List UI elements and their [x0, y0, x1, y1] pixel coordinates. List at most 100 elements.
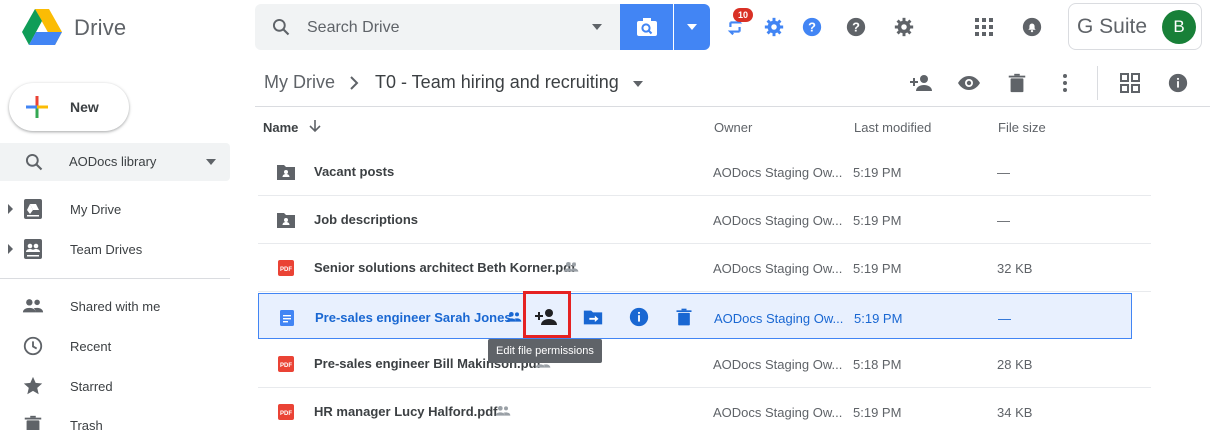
- delete-button[interactable]: [1004, 70, 1030, 96]
- file-modified: 5:19 PM: [853, 213, 902, 228]
- preview-button[interactable]: [956, 70, 982, 96]
- help-circle-icon: ?: [846, 17, 866, 37]
- search-dropdown-button[interactable]: [674, 4, 710, 50]
- bell-icon: [1022, 17, 1042, 37]
- table-row[interactable]: PDF Pre-sales engineer Bill Makinson.pdf…: [258, 340, 1151, 388]
- file-owner: AODocs Staging Ow...: [713, 261, 843, 276]
- help-button[interactable]: ?: [799, 14, 825, 40]
- share-button[interactable]: [908, 70, 934, 96]
- file-size: 34 KB: [997, 405, 1033, 420]
- table-row[interactable]: Job descriptions AODocs Staging Ow... 5:…: [258, 196, 1151, 244]
- account-switcher[interactable]: G Suite B: [1068, 3, 1202, 50]
- trash-icon: [676, 308, 692, 326]
- table-row[interactable]: PDF HR manager Lucy Halford.pdf AODocs S…: [258, 388, 1151, 430]
- arrow-down-icon[interactable]: [307, 118, 323, 134]
- camera-search-icon: [636, 18, 657, 36]
- table-row-selected[interactable]: Pre-sales engineer Sarah Jones AODocs St…: [258, 293, 1132, 339]
- gsuite-label: G Suite: [1077, 15, 1148, 38]
- help-icon: ?: [802, 17, 822, 37]
- expand-arrow-icon[interactable]: [8, 204, 13, 214]
- highlight-annotation-box: [523, 291, 571, 338]
- sidebar-item-label: Trash: [70, 418, 103, 430]
- search-icon: [25, 153, 43, 171]
- file-modified: 5:19 PM: [853, 165, 902, 180]
- column-header-owner[interactable]: Owner: [714, 120, 752, 135]
- column-header-modified[interactable]: Last modified: [854, 120, 931, 135]
- file-name: Vacant posts: [314, 164, 395, 179]
- library-selector[interactable]: AODocs library: [0, 143, 230, 181]
- file-name: Senior solutions architect Beth Korner.p…: [314, 260, 576, 275]
- file-size: 32 KB: [997, 261, 1033, 276]
- shared-people-icon: [495, 406, 511, 416]
- file-delete-button[interactable]: [672, 305, 696, 329]
- sidebar-item-label: My Drive: [70, 202, 122, 217]
- file-size: —: [998, 311, 1011, 326]
- sidebar-item-label: Starred: [70, 379, 113, 394]
- sidebar-item-recent[interactable]: Recent: [0, 327, 230, 365]
- file-owner: AODocs Staging Ow...: [713, 405, 843, 420]
- file-size: 28 KB: [997, 357, 1033, 372]
- gear-icon: [764, 17, 784, 37]
- google-doc-icon: [280, 310, 294, 326]
- sidebar-item-shared-with-me[interactable]: Shared with me: [0, 287, 230, 325]
- app-brand: Drive: [74, 15, 127, 40]
- sidebar-item-starred[interactable]: Starred: [0, 367, 230, 405]
- folder-menu-chevron-icon[interactable]: [633, 81, 643, 87]
- sidebar-item-my-drive[interactable]: My Drive: [0, 190, 230, 228]
- image-search-button[interactable]: [620, 4, 673, 50]
- clock-icon: [23, 336, 43, 356]
- toolbar-divider: [1097, 66, 1098, 100]
- file-size: —: [997, 213, 1010, 228]
- page-title[interactable]: T0 - Team hiring and recruiting: [375, 72, 619, 93]
- search-icon: [272, 18, 290, 36]
- column-header-size[interactable]: File size: [998, 120, 1046, 135]
- sidebar-item-label: Team Drives: [70, 242, 143, 257]
- new-button-label: New: [70, 99, 99, 115]
- notifications-button[interactable]: [1019, 14, 1045, 40]
- shared-folder-icon: [277, 165, 295, 180]
- library-label: AODocs library: [69, 154, 157, 169]
- file-owner: AODocs Staging Ow...: [713, 357, 843, 372]
- table-row[interactable]: PDF Senior solutions architect Beth Korn…: [258, 244, 1151, 292]
- sidebar-item-label: Shared with me: [70, 299, 161, 314]
- search-input[interactable]: Search Drive: [307, 19, 399, 37]
- search-bar[interactable]: Search Drive: [255, 4, 620, 50]
- grid-view-button[interactable]: [1117, 70, 1143, 96]
- svg-text:?: ?: [852, 20, 860, 35]
- sidebar-item-team-drives[interactable]: Team Drives: [0, 230, 230, 268]
- people-icon: [22, 299, 44, 313]
- file-owner: AODocs Staging Ow...: [713, 165, 843, 180]
- support-button[interactable]: ?: [843, 14, 869, 40]
- apps-button[interactable]: [971, 14, 997, 40]
- chevron-down-icon: [206, 159, 216, 165]
- avatar[interactable]: B: [1162, 10, 1196, 44]
- shared-people-icon: [563, 262, 579, 272]
- grid-icon: [1120, 73, 1140, 93]
- more-options-button[interactable]: [1052, 70, 1078, 96]
- file-modified: 5:19 PM: [853, 405, 902, 420]
- new-button[interactable]: New: [9, 83, 129, 131]
- expand-arrow-icon[interactable]: [8, 244, 13, 254]
- trash-icon: [1008, 73, 1026, 93]
- svg-text:PDF: PDF: [280, 411, 292, 417]
- pdf-file-icon: PDF: [278, 356, 294, 372]
- settings-blue-button[interactable]: [761, 14, 787, 40]
- shared-folder-icon: [277, 213, 295, 228]
- file-size: —: [997, 165, 1010, 180]
- move-button[interactable]: [581, 305, 605, 329]
- file-info-button[interactable]: [627, 305, 651, 329]
- column-header-name[interactable]: Name: [263, 120, 298, 135]
- pdf-file-icon: PDF: [278, 260, 294, 276]
- tooltip: Edit file permissions: [488, 339, 602, 363]
- eye-icon: [958, 76, 980, 90]
- search-options-chevron-icon[interactable]: [592, 24, 602, 30]
- table-row[interactable]: Vacant posts AODocs Staging Ow... 5:19 P…: [258, 148, 1151, 196]
- breadcrumb-root[interactable]: My Drive: [264, 72, 335, 93]
- move-to-folder-icon: [583, 310, 603, 325]
- sidebar-item-trash[interactable]: Trash: [0, 406, 230, 430]
- details-button[interactable]: [1165, 70, 1191, 96]
- info-icon: [629, 307, 649, 327]
- settings-button[interactable]: [891, 14, 917, 40]
- gear-icon: [894, 17, 914, 37]
- file-name: HR manager Lucy Halford.pdf: [314, 404, 498, 419]
